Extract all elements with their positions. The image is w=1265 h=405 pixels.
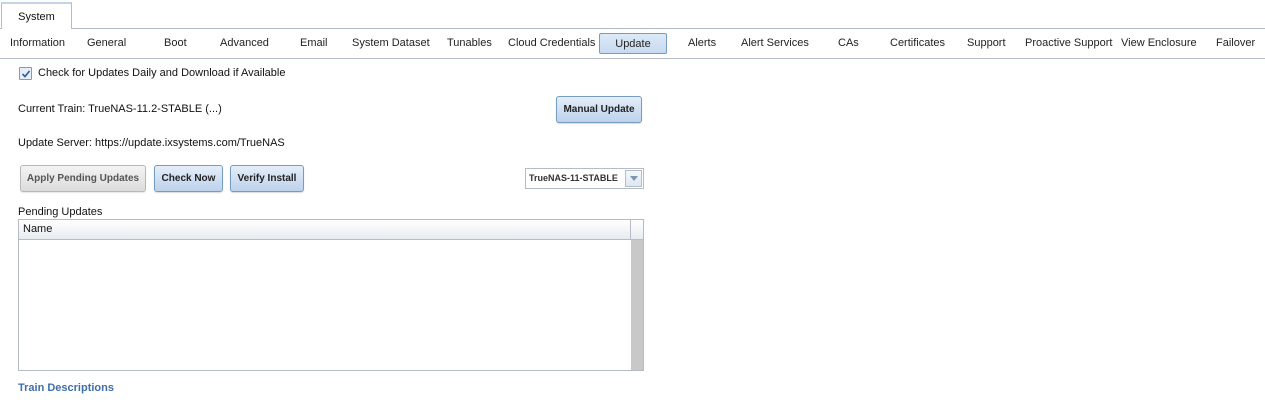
- auto-check-label: Check for Updates Daily and Download if …: [38, 67, 286, 79]
- check-now-button[interactable]: Check Now: [154, 165, 223, 192]
- verify-install-button[interactable]: Verify Install: [230, 165, 304, 192]
- subtab-cloud-credentials[interactable]: Cloud Credentials: [508, 33, 595, 54]
- grid-header-corner: [631, 220, 643, 240]
- subtab-proactive-support[interactable]: Proactive Support: [1025, 33, 1112, 54]
- apply-pending-updates-button[interactable]: Apply Pending Updates: [20, 165, 146, 192]
- system-subtab-bar: Information General Boot Advanced Email …: [0, 29, 1265, 59]
- subtab-support[interactable]: Support: [967, 33, 1006, 54]
- subtab-information[interactable]: Information: [10, 33, 65, 54]
- subtab-tunables[interactable]: Tunables: [447, 33, 492, 54]
- grid-vertical-scrollbar[interactable]: [631, 240, 643, 370]
- subtab-cas[interactable]: CAs: [838, 33, 859, 54]
- subtab-alerts[interactable]: Alerts: [688, 33, 716, 54]
- subtab-certificates[interactable]: Certificates: [890, 33, 945, 54]
- train-descriptions-link[interactable]: Train Descriptions: [18, 382, 114, 394]
- train-select[interactable]: TrueNAS-11-STABLE: [525, 168, 644, 189]
- grid-header: Name: [19, 220, 631, 240]
- pending-updates-label: Pending Updates: [18, 206, 103, 218]
- subtab-failover[interactable]: Failover: [1216, 33, 1255, 54]
- train-select-value: TrueNAS-11-STABLE: [529, 173, 618, 183]
- update-server-text: Update Server: https://update.ixsystems.…: [18, 137, 285, 149]
- subtab-advanced[interactable]: Advanced: [220, 33, 269, 54]
- auto-check-checkbox[interactable]: [19, 67, 32, 80]
- subtab-view-enclosure[interactable]: View Enclosure: [1121, 33, 1197, 54]
- subtab-general[interactable]: General: [87, 33, 126, 54]
- pending-updates-grid: Name: [18, 219, 644, 371]
- manual-update-button[interactable]: Manual Update: [556, 96, 642, 123]
- current-train-text: Current Train: TrueNAS-11.2-STABLE (...): [18, 103, 222, 115]
- subtab-alert-services[interactable]: Alert Services: [741, 33, 809, 54]
- subtab-email[interactable]: Email: [300, 33, 328, 54]
- subtab-system-dataset[interactable]: System Dataset: [352, 33, 430, 54]
- top-tab-bar: System: [0, 0, 1265, 29]
- chevron-down-icon: [630, 176, 638, 181]
- column-header-name[interactable]: Name: [23, 220, 52, 239]
- train-select-arrow[interactable]: [625, 170, 642, 187]
- checkmark-icon: [21, 70, 31, 78]
- subtab-update[interactable]: Update: [599, 33, 667, 54]
- subtab-boot[interactable]: Boot: [164, 33, 187, 54]
- tab-system[interactable]: System: [1, 2, 72, 29]
